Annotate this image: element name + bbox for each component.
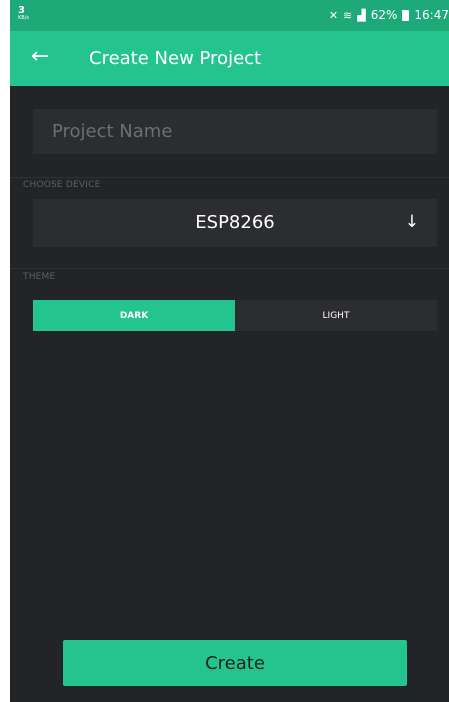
theme-toggle[interactable]: DARK LIGHT bbox=[33, 300, 437, 331]
device-select[interactable]: ESP8266 ↓ bbox=[33, 199, 437, 247]
status-icons: ✕ ≋ ▟ 62% 16:47 bbox=[329, 8, 449, 22]
theme-option-dark[interactable]: DARK bbox=[33, 300, 235, 331]
page-title: Create New Project bbox=[89, 48, 262, 69]
network-speed-indicator: 3 KB/s bbox=[18, 6, 29, 21]
wifi-icon: ≋ bbox=[343, 8, 353, 22]
vibrate-mute-icon: ✕ bbox=[328, 8, 339, 22]
theme-label: THEME bbox=[23, 272, 56, 282]
signal-icon: ▟ bbox=[357, 8, 366, 22]
clock: 16:47 bbox=[414, 8, 449, 22]
create-button[interactable]: Create bbox=[63, 640, 407, 686]
phone-screen: 3 KB/s ✕ ≋ ▟ 62% 16:47 ← Create New Proj… bbox=[10, 0, 449, 702]
project-name-input[interactable] bbox=[33, 109, 437, 154]
app-bar: ← Create New Project bbox=[10, 31, 449, 86]
battery-percent: 62% bbox=[370, 8, 398, 22]
status-bar: 3 KB/s ✕ ≋ ▟ 62% 16:47 bbox=[10, 0, 449, 31]
choose-device-label: CHOOSE DEVICE bbox=[23, 180, 101, 190]
divider bbox=[10, 177, 449, 178]
network-speed-unit: KB/s bbox=[18, 15, 29, 21]
divider bbox=[10, 268, 449, 269]
arrow-back-icon[interactable]: ← bbox=[31, 45, 49, 69]
theme-option-light[interactable]: LIGHT bbox=[235, 300, 437, 331]
arrow-down-icon: ↓ bbox=[404, 212, 419, 232]
battery-icon bbox=[402, 9, 410, 21]
selected-device: ESP8266 bbox=[195, 212, 275, 233]
